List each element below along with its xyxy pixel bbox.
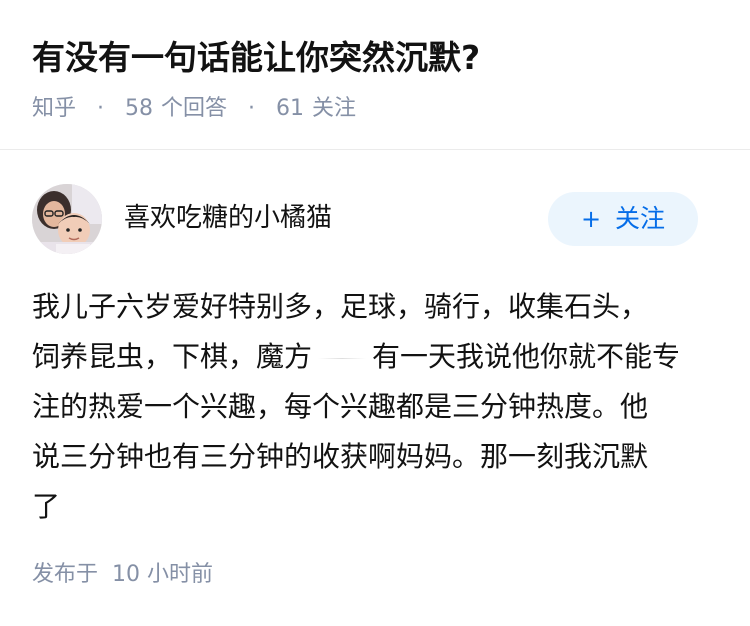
published-label: 发布于 [32, 562, 99, 587]
followers-label[interactable]: 关注 [312, 96, 356, 121]
published-time: 10 小时前 [112, 562, 214, 587]
question-title[interactable]: 有没有一句话能让你突然沉默? [32, 34, 480, 82]
author-name[interactable]: 喜欢吃糖的小橘猫 [124, 200, 332, 236]
question-header: 有没有一句话能让你突然沉默? 知乎 · 58 个回答 · 61 关注 [0, 0, 750, 150]
answer-line: 注的热爱一个兴趣，每个兴趣都是三分钟热度。他 [32, 390, 649, 423]
answers-label[interactable]: 个回答 [161, 96, 227, 121]
meta-separator: · [248, 96, 256, 121]
dash-divider [318, 357, 367, 359]
answer-line: 我儿子六岁爱好特别多，足球，骑行，收集石头， [32, 290, 649, 323]
answer-line: 饲养昆虫，下棋，魔方 有一天我说他你就不能专 [32, 332, 722, 382]
plus-icon: + [580, 205, 602, 233]
author-row: 喜欢吃糖的小橘猫 + 关注 [0, 182, 750, 258]
answers-count: 58 [125, 96, 154, 121]
post-time: 发布于 10 小时前 [32, 558, 213, 592]
source-label[interactable]: 知乎 [32, 96, 76, 121]
follow-label: 关注 [615, 204, 666, 233]
avatar[interactable] [32, 184, 102, 254]
followers-count: 61 [276, 96, 305, 121]
answer-line-part: 饲养昆虫，下棋，魔方 [32, 340, 313, 373]
meta-separator: · [97, 96, 105, 121]
avatar-photo-icon [32, 184, 102, 254]
answer-line-part: 有一天我说他你就不能专 [372, 340, 681, 373]
answer-line: 了 [32, 490, 61, 523]
answer-body: 我儿子六岁爱好特别多，足球，骑行，收集石头， 饲养昆虫，下棋，魔方 有一天我说他你… [32, 282, 722, 532]
question-meta: 知乎 · 58 个回答 · 61 关注 [32, 92, 356, 126]
follow-button[interactable]: + 关注 [548, 192, 698, 246]
answer-line: 说三分钟也有三分钟的收获啊妈妈。那一刻我沉默 [32, 440, 649, 473]
